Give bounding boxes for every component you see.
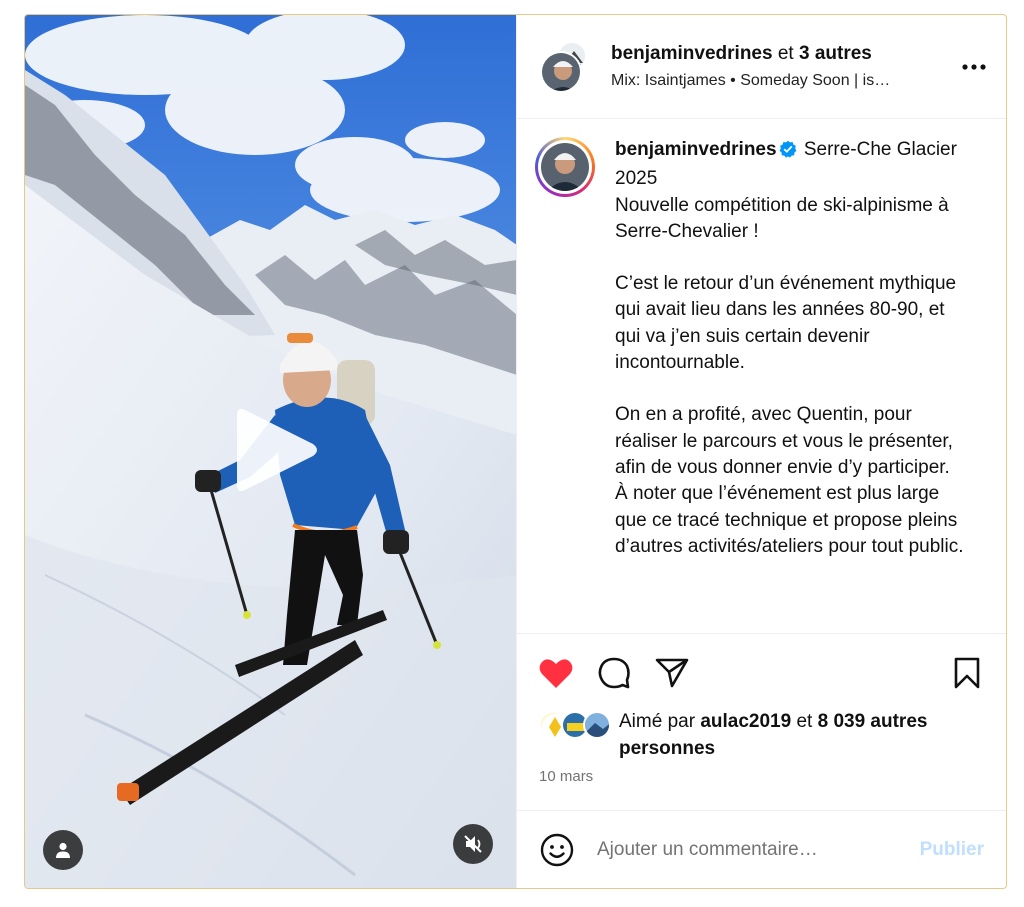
play-button[interactable] xyxy=(225,400,325,500)
collab-avatars[interactable] xyxy=(537,40,589,93)
play-icon xyxy=(237,408,317,492)
author-avatar-story-ring[interactable] xyxy=(535,137,595,197)
heart-filled-icon xyxy=(539,658,573,688)
speaker-muted-icon xyxy=(464,835,482,853)
publish-button[interactable]: Publier xyxy=(920,839,984,861)
video-player[interactable] xyxy=(25,15,516,888)
post-caption: benjaminvedrines Serre-Che Glacier 2025 … xyxy=(615,137,975,633)
caption-section: benjaminvedrines Serre-Che Glacier 2025 … xyxy=(517,119,1006,633)
comment-input[interactable] xyxy=(597,838,920,861)
caption-paragraph: C’est le retour d’un événement mythique … xyxy=(615,273,957,374)
mute-toggle-button[interactable] xyxy=(453,824,493,864)
likes-summary: Aimé par aulac2019 et 8 039 autres perso… xyxy=(517,711,1006,762)
comment-composer: Publier xyxy=(517,810,1006,888)
other-authors-link[interactable]: 3 autres xyxy=(799,43,872,64)
authors-conjunction: et xyxy=(777,43,794,64)
verified-badge-icon xyxy=(779,140,797,166)
avatar xyxy=(583,711,611,739)
caption-paragraph: Nouvelle compétition de ski-alpinisme à … xyxy=(615,194,949,242)
post-header: benjaminvedrines et 3 autres Mix: Isaint… xyxy=(517,15,1006,119)
liker-username[interactable]: aulac2019 xyxy=(700,711,791,732)
avatar xyxy=(540,50,582,93)
likes-prefix: Aimé par xyxy=(619,711,696,732)
tagged-users-button[interactable] xyxy=(43,830,83,870)
more-options-button[interactable] xyxy=(958,51,990,83)
post-details-panel: benjaminvedrines et 3 autres Mix: Isaint… xyxy=(516,15,1006,888)
author-username[interactable]: benjaminvedrines xyxy=(611,43,773,64)
caption-paragraph: On en a profité, avec Quentin, pour réal… xyxy=(615,404,964,557)
share-button[interactable] xyxy=(653,654,691,692)
action-bar xyxy=(517,633,1006,711)
audio-track[interactable]: Mix: Isaintjames • Someday Soon | is… xyxy=(611,72,950,90)
avatar xyxy=(541,143,589,191)
save-button[interactable] xyxy=(948,654,986,692)
paper-plane-icon xyxy=(655,658,689,687)
liker-avatars[interactable] xyxy=(539,711,615,741)
like-button[interactable] xyxy=(537,654,575,692)
caption-username[interactable]: benjaminvedrines xyxy=(615,139,777,160)
ellipsis-icon xyxy=(962,63,986,70)
post-authors: benjaminvedrines et 3 autres xyxy=(611,43,950,65)
comment-button[interactable] xyxy=(595,654,633,692)
comment-bubble-icon xyxy=(598,657,630,688)
likes-count-text: Aimé par aulac2019 et 8 039 autres perso… xyxy=(619,708,986,762)
user-icon xyxy=(56,842,70,858)
likes-conjunction: et xyxy=(796,711,813,732)
emoji-picker-button[interactable] xyxy=(539,832,575,868)
bookmark-icon xyxy=(954,657,980,688)
smiley-icon xyxy=(540,833,574,866)
post-date[interactable]: 10 mars xyxy=(517,768,1006,804)
post-card: benjaminvedrines et 3 autres Mix: Isaint… xyxy=(24,14,1007,889)
